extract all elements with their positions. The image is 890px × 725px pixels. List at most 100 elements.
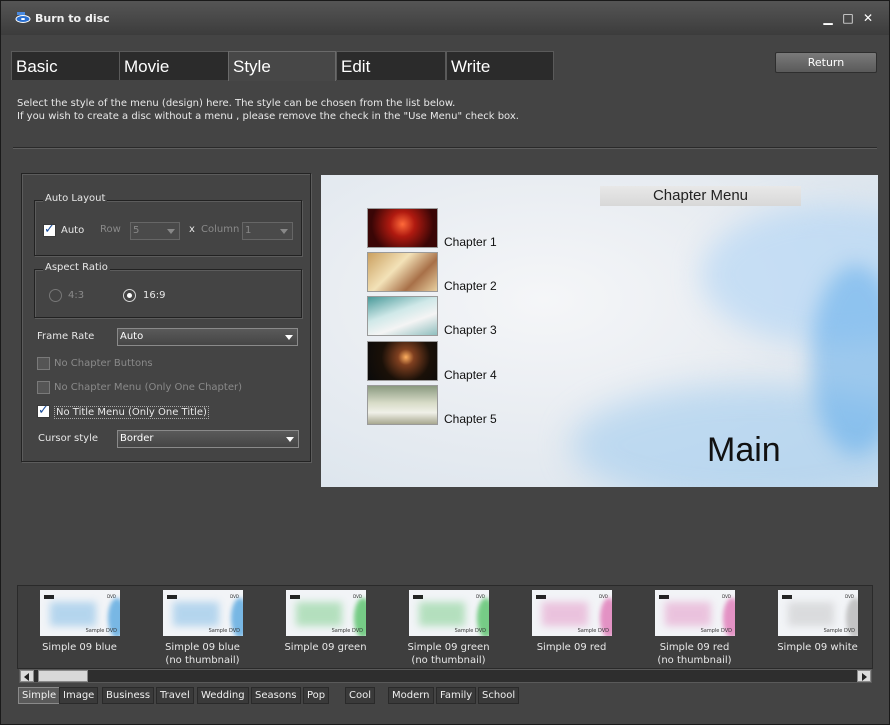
logo-mark bbox=[44, 595, 54, 599]
description-line-2: If you wish to create a disc without a m… bbox=[17, 111, 519, 122]
separator bbox=[13, 147, 877, 149]
tab-style[interactable]: Style bbox=[228, 51, 336, 81]
style-item[interactable]: DVD Sample DVD Simple 09 white bbox=[756, 590, 872, 666]
column-select[interactable]: 1 bbox=[242, 222, 293, 240]
scrollbar-thumb[interactable] bbox=[38, 670, 88, 682]
category-business[interactable]: Business bbox=[102, 687, 155, 704]
category-school[interactable]: School bbox=[478, 687, 520, 704]
gallery-scrollbar[interactable] bbox=[19, 669, 872, 683]
row-select[interactable]: 5 bbox=[130, 222, 180, 240]
chapter-4-thumbnail bbox=[367, 341, 438, 381]
preview-title: Chapter Menu bbox=[600, 186, 801, 206]
aspect-4-3-radio[interactable] bbox=[49, 289, 62, 302]
style-item[interactable]: DVD Sample DVD Simple 09 red (no thumbna… bbox=[633, 590, 756, 666]
style-thumbnail: DVD Sample DVD bbox=[409, 590, 489, 636]
style-name-sub: (no thumbnail) bbox=[165, 655, 240, 666]
logo-mark bbox=[659, 595, 669, 599]
style-thumbnail: DVD Sample DVD bbox=[286, 590, 366, 636]
style-item[interactable]: DVD Sample DVD Simple 09 red bbox=[510, 590, 633, 666]
chapter-1-label: Chapter 1 bbox=[444, 235, 497, 249]
style-name: Simple 09 green bbox=[264, 641, 387, 654]
style-item[interactable]: DVD Sample DVD Simple 09 green (no thumb… bbox=[387, 590, 510, 666]
radio-selected-dot bbox=[127, 293, 132, 298]
style-name: Simple 09 green (no thumbnail) bbox=[387, 641, 510, 667]
style-name-line: Simple 09 green bbox=[407, 642, 490, 653]
chapter-3-thumbnail bbox=[367, 296, 438, 336]
style-name-sub: (no thumbnail) bbox=[411, 655, 486, 666]
style-thumbnail: DVD Sample DVD bbox=[40, 590, 120, 636]
style-name-line: Simple 09 white bbox=[777, 642, 858, 653]
style-name: Simple 09 blue bbox=[18, 641, 141, 654]
style-name: Simple 09 red (no thumbnail) bbox=[633, 641, 756, 667]
sample-dvd-text: Sample DVD bbox=[454, 628, 486, 634]
style-name-line: Simple 09 red bbox=[659, 642, 730, 653]
tab-edit[interactable]: Edit bbox=[336, 51, 446, 80]
row-label: Row bbox=[100, 224, 121, 235]
frame-rate-label: Frame Rate bbox=[37, 331, 95, 342]
logo-mark bbox=[413, 595, 423, 599]
cursor-style-label: Cursor style bbox=[38, 433, 99, 444]
chapter-2-label: Chapter 2 bbox=[444, 279, 497, 293]
chevron-down-icon bbox=[280, 229, 288, 234]
chapter-1-thumbnail bbox=[367, 208, 438, 248]
category-image[interactable]: Image bbox=[59, 687, 99, 704]
chapter-2-thumbnail bbox=[367, 252, 438, 292]
menu-preview: Chapter Menu Chapter 1 Chapter 2 Chapter… bbox=[321, 175, 878, 487]
aspect-16-9-label: 16:9 bbox=[143, 290, 166, 301]
style-thumbnail: DVD Sample DVD bbox=[532, 590, 612, 636]
category-seasons[interactable]: Seasons bbox=[251, 687, 301, 704]
tab-write[interactable]: Write bbox=[446, 51, 554, 80]
category-travel[interactable]: Travel bbox=[156, 687, 194, 704]
maximize-button[interactable]: □ bbox=[841, 11, 855, 25]
cursor-style-select[interactable]: Border bbox=[117, 430, 299, 448]
chevron-down-icon bbox=[167, 229, 175, 234]
row-select-value: 5 bbox=[133, 225, 140, 236]
category-modern[interactable]: Modern bbox=[388, 687, 434, 704]
check-icon: ✓ bbox=[44, 222, 55, 237]
main-menu-label: Main bbox=[707, 431, 781, 469]
style-name: Simple 09 red bbox=[510, 641, 633, 654]
no-title-menu-label: No Title Menu (Only One Title) bbox=[54, 406, 209, 419]
sample-dvd-text: Sample DVD bbox=[85, 628, 117, 634]
style-item[interactable]: DVD Sample DVD Simple 09 green bbox=[264, 590, 387, 666]
style-item[interactable]: DVD Sample DVD Simple 09 blue (no thumbn… bbox=[141, 590, 264, 666]
tab-movie[interactable]: Movie bbox=[119, 51, 229, 80]
category-family[interactable]: Family bbox=[436, 687, 477, 704]
category-cool[interactable]: Cool bbox=[345, 687, 375, 704]
aspect-ratio-legend: Aspect Ratio bbox=[43, 262, 110, 273]
description-line-1: Select the style of the menu (design) he… bbox=[17, 98, 456, 109]
auto-checkbox[interactable]: ✓ bbox=[43, 222, 56, 237]
chevron-down-icon bbox=[285, 335, 293, 340]
tab-basic[interactable]: Basic bbox=[11, 51, 120, 80]
style-thumbnail: DVD Sample DVD bbox=[163, 590, 243, 636]
scroll-left-button[interactable] bbox=[20, 670, 34, 682]
style-item[interactable]: DVD Sample DVD Simple 09 blue bbox=[18, 590, 141, 666]
category-pop[interactable]: Pop bbox=[303, 687, 330, 704]
style-name-line: Simple 09 green bbox=[284, 642, 367, 653]
color-blob bbox=[296, 602, 342, 626]
disc-app-icon bbox=[15, 12, 31, 23]
chapter-5-thumbnail bbox=[367, 385, 438, 425]
scroll-right-button[interactable] bbox=[857, 670, 871, 682]
no-chapter-menu-label: No Chapter Menu (Only One Chapter) bbox=[54, 382, 242, 393]
style-name-line: Simple 09 blue bbox=[165, 642, 240, 653]
close-button[interactable]: ✕ bbox=[861, 11, 875, 25]
times-label: x bbox=[189, 224, 195, 235]
return-button[interactable]: Return bbox=[775, 52, 877, 73]
no-chapter-buttons-checkbox[interactable] bbox=[37, 357, 50, 370]
style-description: Select the style of the menu (design) he… bbox=[17, 97, 519, 123]
category-simple[interactable]: Simple bbox=[18, 687, 61, 704]
minimize-button[interactable]: ▁ bbox=[821, 11, 835, 25]
chapter-3-label: Chapter 3 bbox=[444, 323, 497, 337]
aspect-16-9-radio[interactable] bbox=[123, 289, 136, 302]
sample-dvd-text: Sample DVD bbox=[823, 628, 855, 634]
arrow-right-icon bbox=[862, 673, 867, 681]
frame-rate-select[interactable]: Auto bbox=[117, 328, 298, 346]
logo-mark bbox=[782, 595, 792, 599]
style-name-line: Simple 09 blue bbox=[42, 642, 117, 653]
no-chapter-menu-checkbox[interactable] bbox=[37, 381, 50, 394]
no-title-menu-checkbox[interactable]: ✓ bbox=[37, 403, 50, 418]
category-wedding[interactable]: Wedding bbox=[197, 687, 249, 704]
column-label: Column bbox=[201, 224, 240, 235]
aspect-4-3-label: 4:3 bbox=[68, 290, 85, 301]
